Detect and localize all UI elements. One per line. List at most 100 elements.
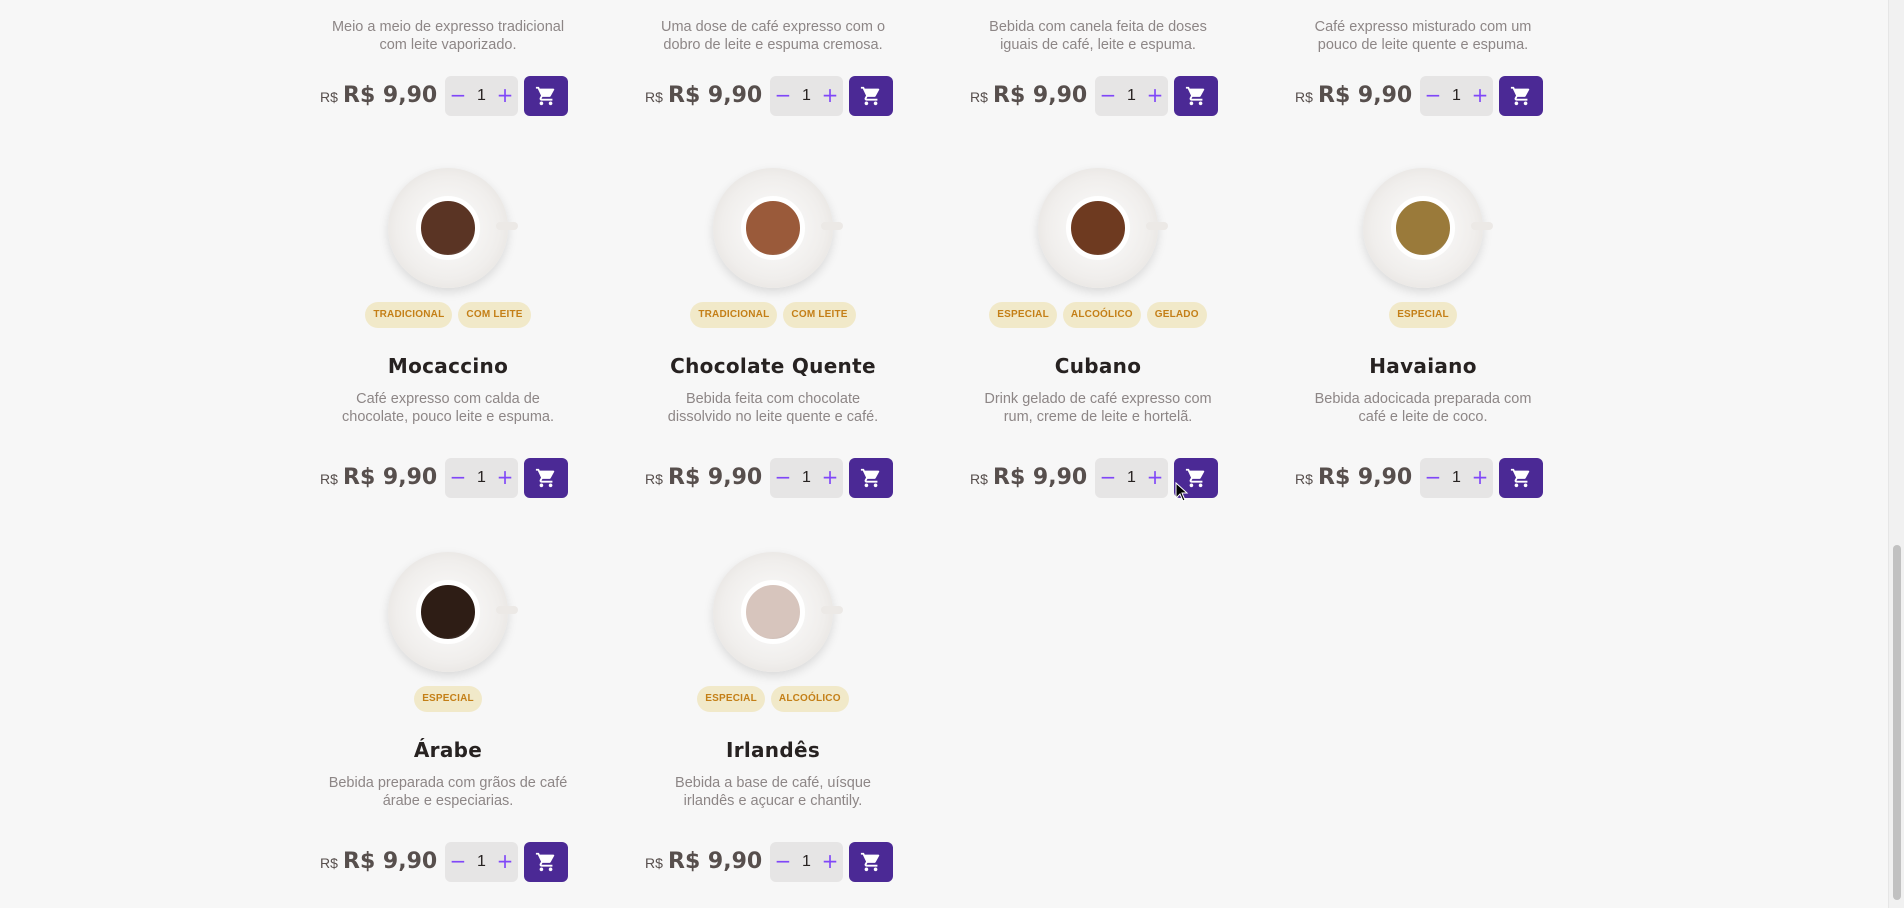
product-card: Meio a meio de expresso tradicional com …: [320, 6, 576, 116]
decrease-button[interactable]: −: [772, 76, 794, 116]
product-tags: TRADICIONAL COM LEITE: [320, 302, 576, 330]
increase-button[interactable]: +: [819, 842, 841, 882]
add-to-cart-button[interactable]: [1174, 76, 1218, 116]
cart-icon: [1510, 468, 1530, 488]
cart-icon: [1510, 86, 1530, 106]
cart-icon: [535, 468, 555, 488]
product-card: Café expresso misturado com um pouco de …: [1295, 6, 1551, 116]
product-name: Chocolate Quente: [670, 354, 876, 378]
add-to-cart-button[interactable]: [849, 842, 893, 882]
quantity-stepper: − 1 +: [770, 76, 843, 116]
increase-button[interactable]: +: [494, 842, 516, 882]
product-tag: ESPECIAL: [1389, 302, 1457, 328]
add-to-cart-button[interactable]: [1499, 458, 1543, 498]
quantity-value: 1: [802, 469, 811, 486]
cart-icon: [860, 852, 880, 872]
decrease-button[interactable]: −: [1097, 458, 1119, 498]
decrease-button[interactable]: −: [447, 458, 469, 498]
quantity-stepper: −1 +: [1095, 458, 1168, 498]
product-name: Irlandês: [725, 738, 821, 762]
scrollbar[interactable]: [1888, 0, 1904, 908]
product-tag: TRADICIONAL: [365, 302, 453, 328]
quantity-stepper: − 1 +: [1095, 76, 1168, 116]
mocaccino-cup-image: [388, 168, 518, 288]
buy-row: R$ R$ 9,90 − 1 +: [320, 76, 576, 116]
increase-button[interactable]: +: [1144, 458, 1166, 498]
product-price: R$ R$ 9,90: [645, 849, 763, 874]
increase-button[interactable]: +: [1469, 458, 1491, 498]
product-card: ESPECIAL Havaiano Bebida adocicada prepara…: [1295, 168, 1551, 498]
quantity-value: 1: [1127, 469, 1136, 486]
increase-button[interactable]: +: [1144, 76, 1166, 116]
buy-row: R$ R$ 9,90−1 +: [320, 842, 576, 882]
decrease-button[interactable]: −: [1422, 458, 1444, 498]
product-price: R$ R$ 9,90: [1295, 83, 1413, 108]
decrease-button[interactable]: −: [1422, 76, 1444, 116]
product-description: Bebida com canela feita de doses iguais …: [989, 19, 1207, 53]
product-tag: ALCOÓLICO: [1062, 302, 1141, 328]
product-price: R$ R$ 9,90: [320, 849, 438, 874]
add-to-cart-button[interactable]: [524, 76, 568, 116]
quantity-stepper: −1 +: [445, 458, 518, 498]
quantity-value: 1: [477, 87, 486, 104]
product-description: Café expresso misturado com um pouco de …: [1314, 19, 1532, 53]
add-to-cart-button[interactable]: [849, 458, 893, 498]
increase-button[interactable]: +: [819, 458, 841, 498]
decrease-button[interactable]: −: [447, 76, 469, 116]
product-tags: TRADICIONAL COM LEITE: [645, 302, 901, 330]
arabe-cup-image: [388, 552, 518, 672]
cart-icon: [860, 86, 880, 106]
product-price: R$ R$ 9,90: [645, 83, 763, 108]
product-tags: ESPECIAL ALCOÓLICO: [645, 686, 901, 714]
product-card: TRADICIONAL COM LEITE Chocolate Quente Bebi…: [645, 168, 901, 498]
increase-button[interactable]: +: [1469, 76, 1491, 116]
increase-button[interactable]: +: [494, 458, 516, 498]
quantity-stepper: − 1 +: [445, 76, 518, 116]
product-name: Árabe: [413, 738, 483, 762]
product-tag: TRADICIONAL: [690, 302, 778, 328]
product-tag: ALCOÓLICO: [770, 686, 849, 712]
product-card: ESPECIAL ALCOÓLICO Irlandês Bebida a base d…: [645, 552, 901, 882]
cart-icon: [1185, 86, 1205, 106]
scrollbar-thumb[interactable]: [1893, 545, 1901, 900]
product-tag: COM LEITE: [783, 302, 856, 328]
product-card: TRADICIONAL COM LEITE Mocaccino Café expres…: [320, 168, 576, 498]
decrease-button[interactable]: −: [1097, 76, 1119, 116]
add-to-cart-button[interactable]: [1499, 76, 1543, 116]
product-tags: ESPECIAL: [1295, 302, 1551, 330]
buy-row: R$ R$ 9,90 − 1 +: [970, 76, 1226, 116]
quantity-value: 1: [1452, 469, 1461, 486]
decrease-button[interactable]: −: [772, 458, 794, 498]
product-tags: ESPECIAL ALCOÓLICO GELADO: [970, 302, 1226, 330]
add-to-cart-button[interactable]: [849, 76, 893, 116]
product-card: Uma dose de café expresso com o dobro de…: [645, 6, 901, 116]
product-price: R$ R$ 9,90: [320, 83, 438, 108]
cart-icon: [860, 468, 880, 488]
quantity-stepper: −1 +: [1420, 458, 1493, 498]
buy-row: R$ R$ 9,90−1 +: [1295, 458, 1551, 498]
coffee-surface: [416, 580, 480, 644]
add-to-cart-button[interactable]: [524, 458, 568, 498]
product-card: ESPECIAL Árabe Bebida preparada com grãos …: [320, 552, 576, 882]
increase-button[interactable]: +: [819, 76, 841, 116]
product-description: Drink gelado de café expresso com rum, c…: [984, 391, 1212, 425]
coffee-surface: [1066, 196, 1130, 260]
buy-row: R$ R$ 9,90−1 +: [645, 842, 901, 882]
product-name: Mocaccino: [387, 354, 509, 378]
increase-button[interactable]: +: [494, 76, 516, 116]
coffee-surface: [741, 580, 805, 644]
decrease-button[interactable]: −: [772, 842, 794, 882]
product-tags: ESPECIAL: [320, 686, 576, 714]
cart-icon: [535, 852, 555, 872]
product-price: R$ R$ 9,90: [1295, 465, 1413, 490]
quantity-value: 1: [477, 469, 486, 486]
decrease-button[interactable]: −: [447, 842, 469, 882]
product-tag: ESPECIAL: [414, 686, 482, 712]
cart-icon: [535, 86, 555, 106]
product-name: Cubano: [1054, 354, 1142, 378]
product-name: Havaiano: [1369, 354, 1477, 378]
quantity-value: 1: [802, 853, 811, 870]
add-to-cart-button[interactable]: [524, 842, 568, 882]
buy-row: R$ R$ 9,90−1 +: [320, 458, 576, 498]
product-price: R$ R$ 9,90: [645, 465, 763, 490]
